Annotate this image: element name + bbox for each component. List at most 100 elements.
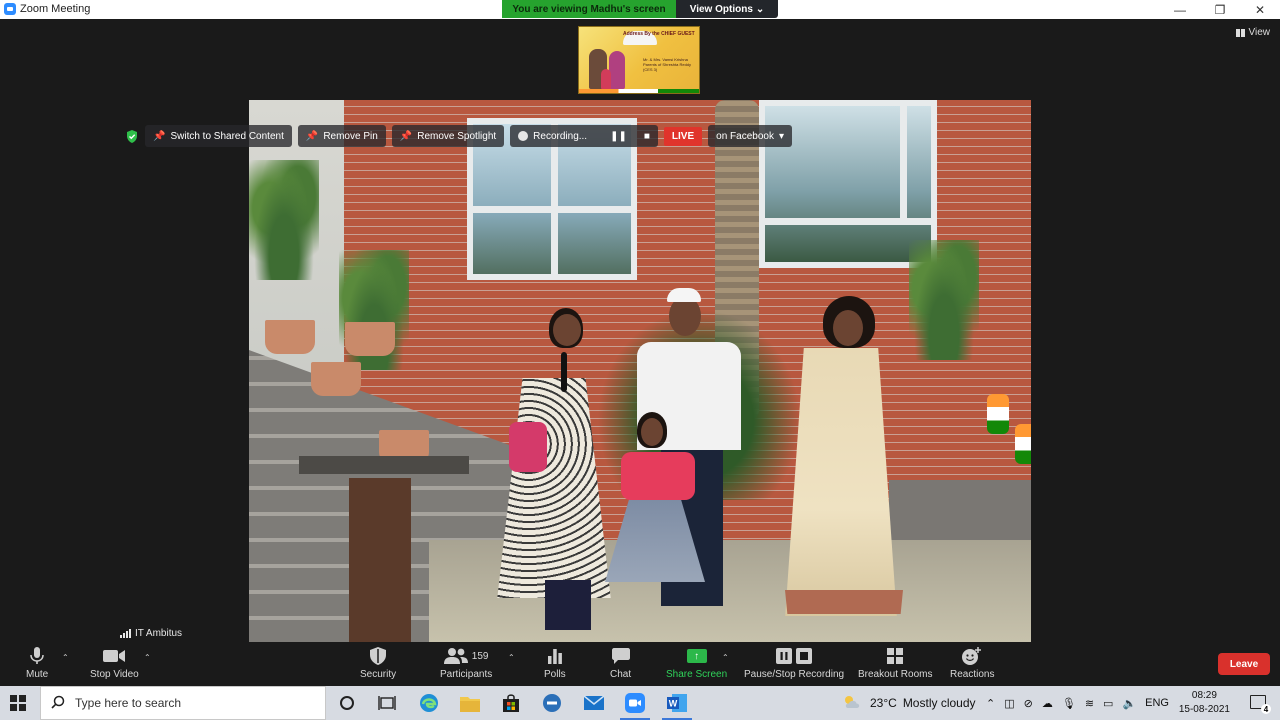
- show-hidden-icons-chevron[interactable]: ⌃: [986, 697, 995, 710]
- remove-spotlight-button[interactable]: 📌 Remove Spotlight: [391, 125, 505, 147]
- security-button[interactable]: Security: [360, 647, 396, 680]
- live-badge[interactable]: LIVE: [663, 126, 703, 146]
- pause-stop-icon: [776, 647, 813, 665]
- viewing-screen-label: You are viewing Madhu's screen: [502, 0, 676, 18]
- girl-face: [641, 418, 663, 446]
- view-button-label: View: [1248, 27, 1271, 38]
- woman-saree-face: [833, 310, 863, 346]
- mute-button[interactable]: Mute: [26, 647, 48, 680]
- stop-video-label: Stop Video: [90, 669, 139, 680]
- mail-icon[interactable]: [583, 692, 605, 714]
- view-button[interactable]: View: [1235, 27, 1271, 38]
- pause-stop-recording-button[interactable]: Pause/Stop Recording: [744, 647, 844, 680]
- view-options-label: View Options: [689, 3, 753, 15]
- window-title: Zoom Meeting: [20, 3, 91, 15]
- share-options-caret[interactable]: ⌃: [722, 653, 729, 662]
- security-label: Security: [360, 669, 397, 680]
- breakout-rooms-label: Breakout Rooms: [858, 669, 933, 680]
- app-title: Zoom Meeting: [4, 3, 90, 15]
- share-screen-button[interactable]: ↑ Share Screen: [666, 647, 727, 680]
- leave-button[interactable]: Leave: [1218, 653, 1270, 675]
- handbag: [509, 422, 547, 472]
- edge-browser-icon[interactable]: [418, 692, 440, 714]
- cortana-icon[interactable]: [336, 692, 358, 714]
- stop-icon[interactable]: ■: [644, 131, 650, 142]
- store-icon[interactable]: [500, 692, 522, 714]
- man-face: [669, 296, 701, 336]
- woman-speaker-face: [553, 314, 581, 346]
- chat-button[interactable]: Chat: [610, 647, 631, 680]
- tray-app-icon[interactable]: ⊘: [1024, 697, 1033, 710]
- reactions-button[interactable]: Reactions: [950, 647, 994, 680]
- notification-count: 4: [1261, 704, 1271, 714]
- volume-icon[interactable]: 🔈: [1122, 697, 1136, 710]
- tricolor-lamp: [1015, 424, 1031, 464]
- thumbnail-person-child: [601, 69, 611, 89]
- system-clock[interactable]: 08:29 15-08-2021: [1179, 689, 1230, 717]
- participants-label: Participants: [440, 669, 493, 680]
- thumbnail-subtitle: Mr. & Mrs. Vamsi Krishna Parents of Shre…: [643, 57, 692, 72]
- saree-border: [785, 590, 903, 614]
- weather-widget[interactable]: 23°C Mostly cloudy: [842, 686, 976, 720]
- viewing-banner: You are viewing Madhu's screen View Opti…: [502, 0, 778, 18]
- view-options-button[interactable]: View Options ⌄: [676, 0, 778, 18]
- signal-strength-icon: [120, 629, 131, 638]
- meeting-stage: View Address By the CHIEF GUEST Mr. & Mr…: [0, 19, 1280, 643]
- battery-icon[interactable]: ▭: [1103, 697, 1113, 710]
- weather-description: Mostly cloudy: [902, 696, 976, 710]
- weather-temperature: 23°C: [870, 696, 897, 710]
- remove-spotlight-label: Remove Spotlight: [417, 130, 497, 142]
- potted-plant: [249, 160, 319, 280]
- spotlight-icon: 📌: [399, 130, 413, 142]
- flower-pot: [345, 322, 395, 356]
- file-explorer-icon[interactable]: [459, 692, 481, 714]
- word-icon[interactable]: W: [662, 692, 692, 720]
- restore-button[interactable]: ❐: [1200, 0, 1240, 19]
- tray-app-icon[interactable]: ◫: [1004, 697, 1014, 710]
- switch-to-shared-content-button[interactable]: 📌 Switch to Shared Content: [145, 125, 292, 147]
- participant-name: IT Ambitus: [135, 628, 183, 639]
- remove-pin-button[interactable]: 📌 Remove Pin: [297, 125, 386, 147]
- task-view-icon[interactable]: [376, 692, 398, 714]
- language-indicator[interactable]: ENG: [1145, 697, 1169, 709]
- action-center-icon[interactable]: 4: [1250, 695, 1271, 714]
- search-placeholder: Type here to search: [75, 696, 182, 710]
- audio-options-caret[interactable]: ⌃: [62, 653, 69, 662]
- windows-taskbar: Type here to search W 23°C Mostly cloudy…: [0, 686, 1280, 720]
- recording-indicator: Recording... ❚❚ ■: [510, 125, 658, 147]
- live-on-facebook-dropdown[interactable]: on Facebook ▾: [708, 125, 792, 147]
- podium: [349, 478, 411, 642]
- cloud-icon[interactable]: ☁: [1042, 697, 1053, 710]
- wifi-icon[interactable]: ≋: [1085, 697, 1094, 710]
- app-icon[interactable]: [541, 692, 563, 714]
- window-controls: — ❐ ✕: [1160, 0, 1280, 19]
- windows-start-icon[interactable]: [10, 695, 26, 711]
- pause-icon[interactable]: ❚❚: [610, 131, 627, 142]
- search-icon: [51, 695, 65, 712]
- cloudy-weather-icon: [842, 694, 862, 713]
- participants-icon: 159: [443, 647, 488, 665]
- participants-options-caret[interactable]: ⌃: [508, 653, 515, 662]
- recording-label: Recording...: [533, 130, 588, 142]
- close-button[interactable]: ✕: [1240, 0, 1280, 19]
- tricolor-lamp: [987, 394, 1009, 434]
- video-options-caret[interactable]: ⌃: [144, 653, 151, 662]
- breakout-rooms-button[interactable]: Breakout Rooms: [858, 647, 932, 680]
- stop-video-button[interactable]: Stop Video: [90, 647, 139, 680]
- clock-time: 08:29: [1191, 690, 1217, 701]
- share-screen-icon: ↑: [686, 647, 707, 665]
- taskbar-search-box[interactable]: Type here to search: [40, 686, 326, 720]
- polls-label: Polls: [544, 669, 566, 680]
- shared-content-thumbnail[interactable]: Address By the CHIEF GUEST Mr. & Mrs. Va…: [578, 26, 700, 94]
- thumbnail-person-woman: [609, 51, 625, 89]
- pin-icon: 📌: [305, 130, 319, 142]
- zoom-app-icon[interactable]: [620, 692, 650, 720]
- switch-label: Switch to Shared Content: [170, 130, 284, 142]
- microphone-tray-icon[interactable]: 🎙: [1062, 697, 1076, 710]
- participants-button[interactable]: 159 Participants: [440, 647, 492, 680]
- breakout-rooms-icon: [887, 647, 904, 665]
- chat-bubble-icon: [611, 647, 630, 665]
- polls-button[interactable]: Polls: [544, 647, 566, 680]
- minimize-button[interactable]: —: [1160, 0, 1200, 19]
- thumbnail-tricolor-stripe: [579, 89, 699, 93]
